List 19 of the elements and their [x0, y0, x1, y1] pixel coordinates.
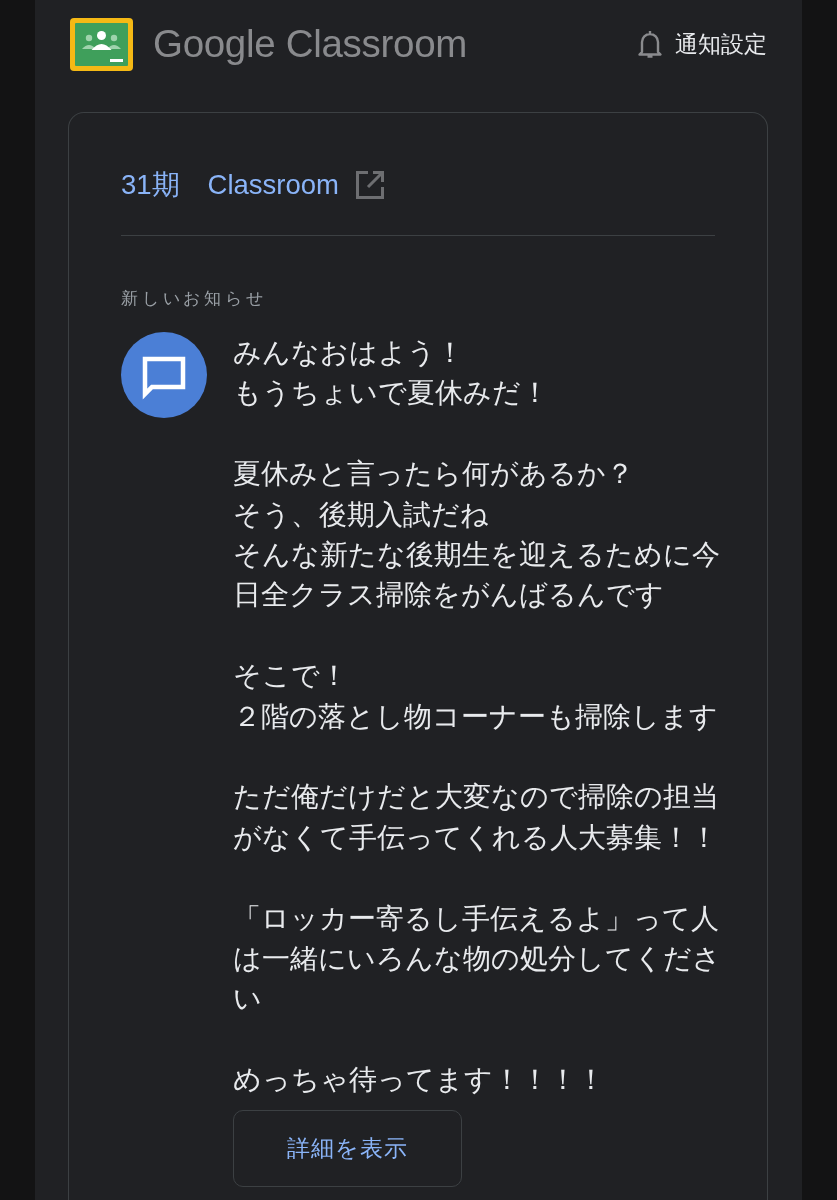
section-label: 新しいお知らせ	[121, 289, 267, 309]
announcement-text: 夏休みと言ったら何があるか？	[233, 456, 634, 492]
view-details-button[interactable]: 詳細を表示	[233, 1109, 462, 1187]
announcement-text: そう、後期入試だね	[233, 496, 489, 532]
announcement-avatar-icon	[121, 332, 207, 418]
bell-icon	[637, 29, 663, 59]
announcement-text: そんな新たな後期生を迎えるために今日全クラス掃除をがんばるんです	[233, 537, 721, 613]
notification-settings-button[interactable]: 通知設定	[637, 28, 767, 60]
announcement-text: みんなおはよう！	[233, 335, 464, 370]
announcement-text: めっちゃ待ってます！！！！	[233, 1062, 605, 1098]
external-link-icon	[355, 170, 385, 200]
announcement-text: ２階の落とし物コーナーも掃除します	[233, 698, 718, 734]
class-link[interactable]: 31期 Classroom	[121, 167, 385, 203]
logo-text: Google Classroom	[153, 22, 468, 66]
announcement-text: そこで！	[233, 658, 348, 694]
announcement-text: もうちょいで夏休みだ！	[233, 375, 549, 411]
announcement-text: 「ロッカー寄るし手伝えるよ」って人は一緒にいろんな物の処分してください	[233, 900, 722, 1017]
classroom-logo-icon	[70, 17, 133, 71]
announcement-text: ただ俺だけだと大変なので掃除の担当がなくて手伝ってくれる人大募集！！	[233, 779, 720, 855]
